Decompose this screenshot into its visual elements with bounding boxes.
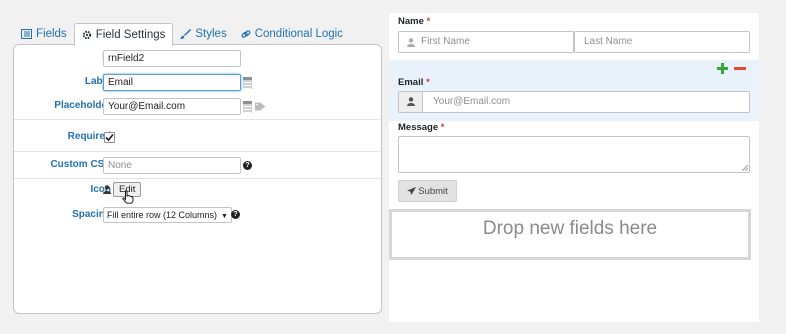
- required-marker: *: [426, 16, 431, 27]
- email-field-label: Email *: [398, 77, 430, 88]
- first-name-input[interactable]: First Name: [398, 31, 574, 53]
- custom-css-input[interactable]: None: [103, 157, 241, 174]
- chevron-down-icon: ▼: [221, 213, 228, 220]
- divider: [14, 178, 381, 179]
- user-icon: [407, 97, 415, 106]
- tab-styles[interactable]: Styles: [173, 23, 233, 45]
- input-icon-addon: [399, 92, 423, 112]
- tab-styles-label: Styles: [195, 28, 227, 40]
- brush-icon: [180, 29, 192, 39]
- field-settings-panel: Id rnField2 Label Email Placeholder Your…: [13, 44, 382, 314]
- divider: [14, 151, 381, 152]
- divider: [14, 119, 381, 120]
- message-field-label: Message *: [398, 122, 445, 133]
- tab-fields[interactable]: Fields: [14, 23, 74, 45]
- send-icon: [407, 187, 417, 195]
- link-icon: [241, 30, 251, 38]
- submit-button[interactable]: Submit: [398, 180, 457, 202]
- selected-field-row[interactable]: Email * Your@Email.com: [389, 60, 759, 121]
- check-icon: [105, 133, 114, 142]
- add-field-icon[interactable]: [717, 63, 728, 74]
- user-icon: [103, 185, 111, 194]
- tag-icon[interactable]: [255, 102, 266, 111]
- drop-zone[interactable]: Drop new fields here: [389, 209, 751, 260]
- first-name-placeholder: First Name: [421, 36, 470, 47]
- resize-handle-icon[interactable]: [742, 165, 748, 171]
- gear-icon: [82, 30, 91, 39]
- tab-fields-label: Fields: [36, 28, 67, 40]
- tab-field-settings[interactable]: Field Settings: [73, 23, 174, 46]
- form-preview: Name * First Name Last Name Email * Your…: [389, 13, 759, 322]
- spacing-select[interactable]: Fill entire row (12 Columns) ▼: [103, 207, 232, 223]
- user-icon: [407, 38, 415, 47]
- email-input[interactable]: Your@Email.com: [398, 91, 750, 113]
- id-input[interactable]: rnField2: [103, 50, 241, 67]
- settings-tabs: Fields Field Settings Styles Conditional…: [14, 22, 350, 46]
- submit-label: Submit: [418, 185, 448, 197]
- placeholder-input[interactable]: Your@Email.com: [103, 98, 241, 115]
- help-icon[interactable]: ?: [231, 210, 240, 219]
- name-field-label: Name *: [398, 16, 431, 27]
- label-input[interactable]: Email: [103, 74, 241, 91]
- last-name-placeholder: Last Name: [584, 36, 633, 47]
- email-placeholder: Your@Email.com: [433, 96, 511, 107]
- required-marker: *: [440, 122, 445, 133]
- calculator-icon[interactable]: [243, 77, 252, 89]
- last-name-input[interactable]: Last Name: [574, 31, 750, 53]
- custom-css-label: Custom CSS: [50, 159, 111, 170]
- help-icon[interactable]: ?: [243, 161, 252, 170]
- required-marker: *: [426, 77, 430, 88]
- tab-field-settings-label: Field Settings: [95, 28, 166, 41]
- calculator-icon[interactable]: [243, 101, 252, 113]
- remove-field-icon[interactable]: [734, 67, 746, 70]
- hand-cursor-icon: [122, 190, 134, 204]
- spacing-select-value: Fill entire row (12 Columns): [107, 210, 218, 220]
- tab-conditional-logic[interactable]: Conditional Logic: [234, 23, 350, 45]
- message-textarea[interactable]: [398, 136, 750, 173]
- tab-conditional-logic-label: Conditional Logic: [254, 28, 343, 40]
- required-checkbox[interactable]: [104, 132, 115, 143]
- list-icon: [21, 29, 32, 39]
